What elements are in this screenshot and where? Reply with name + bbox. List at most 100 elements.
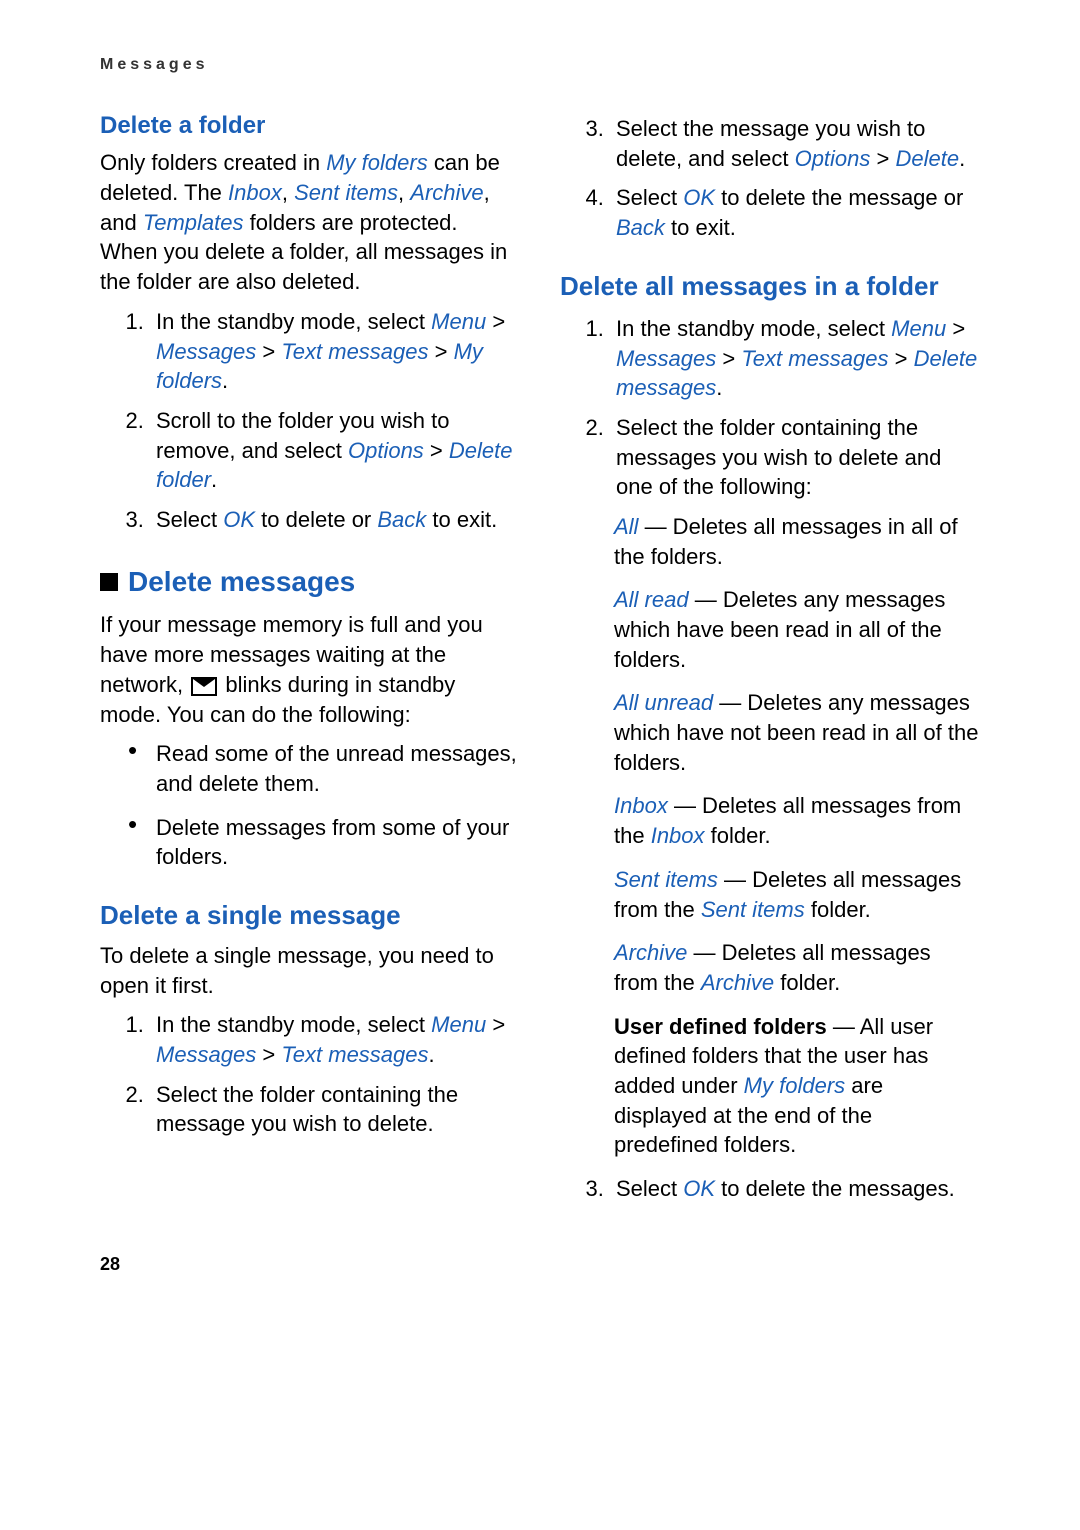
page-number: 28 xyxy=(100,1254,980,1275)
heading-delete-all: Delete all messages in a folder xyxy=(560,269,980,304)
list-item: In the standby mode, select Menu > Messa… xyxy=(150,1010,520,1069)
term-ok: OK xyxy=(683,185,715,210)
option-inbox: Inbox — Deletes all messages from the In… xyxy=(614,791,980,850)
term-menu: Menu xyxy=(431,309,486,334)
text: > xyxy=(946,316,965,341)
heading-delete-single: Delete a single message xyxy=(100,898,520,933)
term-inbox: Inbox xyxy=(228,180,282,205)
list-item: In the standby mode, select Menu > Messa… xyxy=(610,314,980,403)
text: to delete the message or xyxy=(715,185,963,210)
text: Only folders created in xyxy=(100,150,326,175)
steps-delete-all: In the standby mode, select Menu > Messa… xyxy=(560,314,980,502)
list-item: Select OK to delete the messages. xyxy=(610,1174,980,1204)
text: > xyxy=(424,438,449,463)
steps-delete-single: In the standby mode, select Menu > Messa… xyxy=(100,1010,520,1139)
envelope-icon xyxy=(191,677,217,696)
heading-delete-folder: Delete a folder xyxy=(100,110,520,142)
page-content: Messages Delete a folder Only folders cr… xyxy=(0,0,1080,1331)
page-header: Messages xyxy=(100,56,980,74)
text: Select xyxy=(616,1176,683,1201)
list-item: Delete messages from some of your folder… xyxy=(128,813,520,872)
term-delete: Delete xyxy=(895,146,959,171)
option-all-read: All read — Deletes any messages which ha… xyxy=(614,585,980,674)
text: to exit. xyxy=(426,507,497,532)
term-my-folders: My folders xyxy=(326,150,427,175)
term-menu: Menu xyxy=(431,1012,486,1037)
term-text-messages: Text messages xyxy=(741,346,888,371)
list-item: Select the folder containing the message… xyxy=(610,413,980,502)
text: > xyxy=(486,309,505,334)
term-sent-items: Sent items xyxy=(701,897,805,922)
text: > xyxy=(429,339,454,364)
term-user-defined-folders: User defined folders xyxy=(614,1014,827,1039)
left-column: Delete a folder Only folders created in … xyxy=(100,104,520,1214)
list-item: Select OK to delete or Back to exit. xyxy=(150,505,520,535)
text: > xyxy=(256,1042,281,1067)
term-messages: Messages xyxy=(156,339,256,364)
bullets-delete-messages: Read some of the unread messages, and de… xyxy=(100,739,520,872)
option-archive: Archive — Deletes all messages from the … xyxy=(614,938,980,997)
text: In the standby mode, select xyxy=(156,1012,431,1037)
term-my-folders: My folders xyxy=(744,1073,845,1098)
option-all: All — Deletes all messages in all of the… xyxy=(614,512,980,571)
text: > xyxy=(870,146,895,171)
text: . xyxy=(716,375,722,400)
text: > xyxy=(486,1012,505,1037)
option-all-unread: All unread — Deletes any messages which … xyxy=(614,688,980,777)
term-all: All xyxy=(614,514,638,539)
term-templates: Templates xyxy=(143,210,244,235)
text: , xyxy=(398,180,410,205)
option-sent-items: Sent items — Deletes all messages from t… xyxy=(614,865,980,924)
term-sent-items: Sent items xyxy=(294,180,398,205)
option-user-defined: User defined folders — All user defined … xyxy=(614,1012,980,1160)
term-archive: Archive xyxy=(614,940,687,965)
steps-delete-all-cont: Select OK to delete the messages. xyxy=(560,1174,980,1204)
para-delete-single: To delete a single message, you need to … xyxy=(100,941,520,1000)
list-item: Select the message you wish to delete, a… xyxy=(610,114,980,173)
text: folder. xyxy=(805,897,871,922)
text: In the standby mode, select xyxy=(156,309,431,334)
term-archive: Archive xyxy=(410,180,483,205)
term-ok: OK xyxy=(223,507,255,532)
text: . xyxy=(429,1042,435,1067)
term-archive: Archive xyxy=(701,970,774,995)
text: . xyxy=(959,146,965,171)
steps-delete-folder: In the standby mode, select Menu > Messa… xyxy=(100,307,520,535)
term-options: Options xyxy=(348,438,424,463)
list-item: Select the folder containing the message… xyxy=(150,1080,520,1139)
list-item: Select OK to delete the message or Back … xyxy=(610,183,980,242)
term-sent-items: Sent items xyxy=(614,867,718,892)
term-inbox: Inbox xyxy=(614,793,668,818)
list-item: Read some of the unread messages, and de… xyxy=(128,739,520,798)
term-text-messages: Text messages xyxy=(281,339,428,364)
text: . xyxy=(222,368,228,393)
term-back: Back xyxy=(616,215,665,240)
term-menu: Menu xyxy=(891,316,946,341)
para-delete-messages: If your message memory is full and you h… xyxy=(100,610,520,729)
list-item: Scroll to the folder you wish to remove,… xyxy=(150,406,520,495)
para-delete-folder: Only folders created in My folders can b… xyxy=(100,148,520,296)
list-item: In the standby mode, select Menu > Messa… xyxy=(150,307,520,396)
square-icon xyxy=(100,573,118,591)
text: , xyxy=(282,180,294,205)
text: > xyxy=(256,339,281,364)
text: In the standby mode, select xyxy=(616,316,891,341)
term-all-unread: All unread xyxy=(614,690,713,715)
term-inbox: Inbox xyxy=(651,823,705,848)
term-text-messages: Text messages xyxy=(281,1042,428,1067)
right-column: Select the message you wish to delete, a… xyxy=(560,104,980,1214)
term-all-read: All read xyxy=(614,587,689,612)
text: folder. xyxy=(705,823,771,848)
text: to delete the messages. xyxy=(715,1176,955,1201)
text: Select xyxy=(156,507,223,532)
term-back: Back xyxy=(377,507,426,532)
term-options: Options xyxy=(795,146,871,171)
heading-text: Delete messages xyxy=(128,563,355,601)
steps-delete-single-cont: Select the message you wish to delete, a… xyxy=(560,114,980,243)
text: > xyxy=(889,346,914,371)
text: > xyxy=(716,346,741,371)
text: to exit. xyxy=(665,215,736,240)
term-messages: Messages xyxy=(616,346,716,371)
text: Select xyxy=(616,185,683,210)
text: to delete or xyxy=(255,507,377,532)
